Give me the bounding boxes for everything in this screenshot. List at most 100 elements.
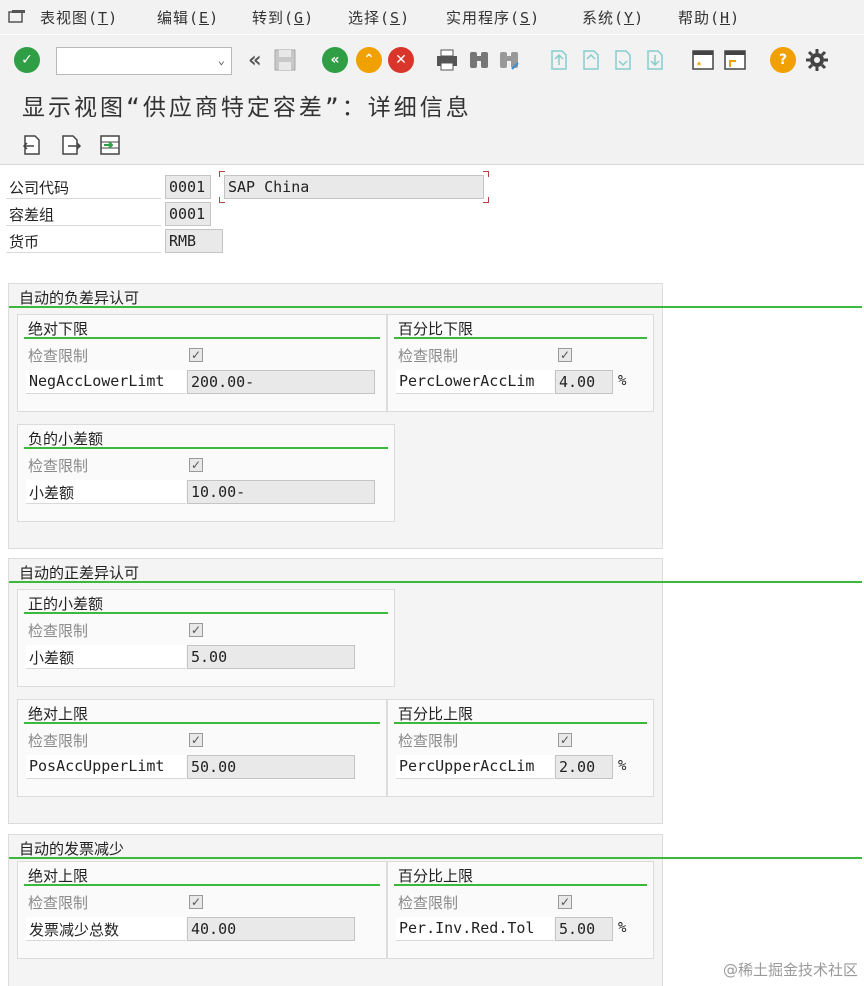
find-next-icon[interactable] (496, 47, 522, 73)
check-limit-checkbox[interactable]: ✓ (189, 623, 203, 637)
command-field[interactable]: ⌄ (56, 47, 232, 75)
check-limit-label: 检查限制 (398, 732, 459, 750)
subgroup-title: 负的小差额 (28, 430, 104, 448)
menu-bar: 表视图(T) 编辑(E) 转到(G) 选择(S) 实用程序(S) 系统(Y) 帮… (0, 0, 864, 34)
help-icon[interactable]: ? (770, 47, 796, 73)
menu-select[interactable]: 选择(S) (348, 7, 410, 28)
cancel-icon[interactable]: ✕ (388, 47, 414, 73)
subgroup-divider (394, 722, 647, 724)
percent-unit: % (618, 758, 627, 774)
menu-table-view[interactable]: 表视图(T) (40, 7, 118, 28)
small-neg-difference-field[interactable]: 10.00- (187, 480, 375, 504)
save-icon[interactable] (272, 47, 298, 73)
small-pos-difference-field[interactable]: 5.00 (187, 645, 355, 669)
subgroup-divider (24, 447, 388, 449)
create-session-icon[interactable] (690, 47, 716, 73)
shortcut-icon[interactable] (722, 47, 748, 73)
collapse-command-icon[interactable]: « (242, 47, 268, 73)
neg-acc-lower-limit-label: NegAccLowerLimt (26, 370, 186, 394)
back-icon[interactable]: « (322, 47, 348, 73)
find-icon[interactable] (466, 47, 492, 73)
neg-acc-lower-limit-field[interactable]: 200.00- (187, 370, 375, 394)
subgroup-divider (24, 722, 380, 724)
menu-icon[interactable] (8, 10, 26, 24)
check-limit-checkbox[interactable]: ✓ (189, 733, 203, 747)
select-block-icon[interactable] (98, 133, 122, 157)
company-code-label: 公司代码 (6, 175, 161, 199)
check-limit-label: 检查限制 (28, 347, 89, 365)
enter-icon[interactable]: ✓ (14, 47, 40, 73)
chevron-down-icon[interactable]: ⌄ (218, 53, 225, 67)
check-limit-checkbox[interactable]: ✓ (558, 733, 572, 747)
application-toolbar (0, 125, 864, 165)
page-title: 显示视图“供应商特定容差”：详细信息 (22, 95, 472, 121)
focus-frame (219, 171, 489, 203)
group-neg-variance: 自动的负差异认可 绝对下限 检查限制 ✓ NegAccLowerLimt 200… (8, 283, 862, 549)
group-divider (9, 857, 862, 859)
menu-help[interactable]: 帮助(H) (678, 7, 740, 28)
group-title: 自动的正差异认可 (19, 564, 140, 582)
subgroup-divider (394, 337, 647, 339)
group-pos-variance: 自动的正差异认可 正的小差额 检查限制 ✓ 小差额 5.00 绝对上限 检查限制… (8, 558, 862, 824)
check-limit-label: 检查限制 (28, 732, 89, 750)
next-page-icon[interactable] (610, 47, 636, 73)
invoice-reduction-total-field[interactable]: 40.00 (187, 917, 355, 941)
subgroup-title: 百分比上限 (398, 867, 474, 885)
subgroup-pct-upper: 百分比上限 检查限制 ✓ PercUpperAccLim 2.00 % (387, 699, 654, 797)
tolerance-group-label: 容差组 (6, 202, 161, 226)
check-limit-label: 检查限制 (28, 457, 89, 475)
tolerance-group-field[interactable]: 0001 (165, 202, 211, 226)
currency-field[interactable]: RMB (165, 229, 223, 253)
first-page-icon[interactable] (546, 47, 572, 73)
menu-goto[interactable]: 转到(G) (252, 7, 314, 28)
invoice-reduction-total-label: 发票减少总数 (26, 917, 186, 941)
next-entry-icon[interactable] (58, 133, 82, 157)
check-limit-checkbox[interactable]: ✓ (189, 348, 203, 362)
gear-icon[interactable] (804, 47, 830, 73)
exit-icon[interactable]: ⌃ (356, 47, 382, 73)
print-icon[interactable] (434, 47, 460, 73)
menu-system[interactable]: 系统(Y) (582, 7, 644, 28)
perc-upper-acc-limit-label: PercUpperAccLim (396, 755, 554, 779)
subgroup-divider (24, 612, 388, 614)
check-limit-checkbox[interactable]: ✓ (189, 458, 203, 472)
menu-edit[interactable]: 编辑(E) (157, 7, 219, 28)
subgroup-divider (24, 884, 380, 886)
check-limit-checkbox[interactable]: ✓ (558, 895, 572, 909)
company-code-field[interactable]: 0001 (165, 175, 211, 199)
standard-toolbar: ✓ ⌄ « « ⌃ ✕ ? (0, 34, 864, 82)
previous-entry-icon[interactable] (20, 133, 44, 157)
menu-utilities[interactable]: 实用程序(S) (446, 7, 540, 28)
content-area: 公司代码 0001 SAP China 容差组 0001 货币 RMB 自动的负… (0, 165, 864, 986)
subgroup-pct-upper-invoice: 百分比上限 检查限制 ✓ Per.Inv.Red.Tol 5.00 % (387, 861, 654, 959)
check-limit-checkbox[interactable]: ✓ (558, 348, 572, 362)
per-inv-red-tol-field[interactable]: 5.00 (555, 917, 613, 941)
check-limit-checkbox[interactable]: ✓ (189, 895, 203, 909)
check-limit-label: 检查限制 (398, 347, 459, 365)
check-limit-label: 检查限制 (398, 894, 459, 912)
small-difference-label: 小差额 (26, 480, 186, 504)
per-inv-red-tol-label: Per.Inv.Red.Tol (396, 917, 554, 941)
subgroup-abs-upper: 绝对上限 检查限制 ✓ PosAccUpperLimt 50.00 (17, 699, 387, 797)
perc-lower-acc-limit-field[interactable]: 4.00 (555, 370, 613, 394)
subgroup-small-neg: 负的小差额 检查限制 ✓ 小差额 10.00- (17, 424, 395, 522)
group-title: 自动的发票减少 (19, 840, 125, 858)
subgroup-divider (24, 337, 380, 339)
watermark: @稀土掘金技术社区 (722, 961, 858, 979)
pos-acc-upper-limit-field[interactable]: 50.00 (187, 755, 355, 779)
percent-unit: % (618, 920, 627, 936)
currency-label: 货币 (6, 229, 161, 253)
subgroup-title: 绝对上限 (28, 705, 89, 723)
perc-lower-acc-limit-label: PercLowerAccLim (396, 370, 554, 394)
subgroup-title: 正的小差额 (28, 595, 104, 613)
subgroup-abs-upper-invoice: 绝对上限 检查限制 ✓ 发票减少总数 40.00 (17, 861, 387, 959)
subgroup-title: 百分比上限 (398, 705, 474, 723)
perc-upper-acc-limit-field[interactable]: 2.00 (555, 755, 613, 779)
previous-page-icon[interactable] (578, 47, 604, 73)
subgroup-title: 百分比下限 (398, 320, 474, 338)
subgroup-title: 绝对下限 (28, 320, 89, 338)
pos-acc-upper-limit-label: PosAccUpperLimt (26, 755, 186, 779)
group-divider (9, 306, 862, 308)
group-invoice-reduction: 自动的发票减少 绝对上限 检查限制 ✓ 发票减少总数 40.00 百分比上限 检… (8, 834, 862, 986)
last-page-icon[interactable] (642, 47, 668, 73)
